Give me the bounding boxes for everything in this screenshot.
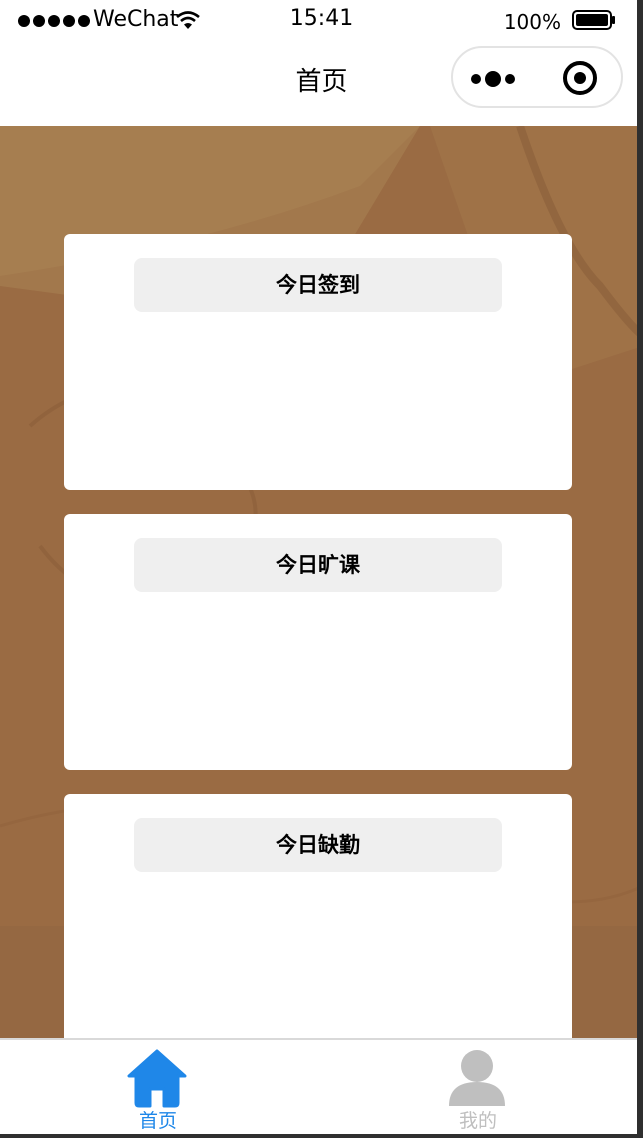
absence-card: 今日缺勤: [64, 794, 572, 1038]
close-target-icon[interactable]: [561, 59, 599, 97]
home-icon: [127, 1049, 187, 1108]
card-title-truancy[interactable]: 今日旷课: [134, 538, 502, 592]
more-icon[interactable]: [471, 68, 521, 90]
main-content: 今日签到 今日旷课 今日缺勤: [0, 126, 643, 1038]
tab-home[interactable]: 首页: [78, 1040, 238, 1134]
battery-icon: [572, 10, 615, 30]
checkin-card: 今日签到: [64, 234, 572, 490]
nav-bar: 首页: [0, 42, 643, 126]
window-frame-right: [637, 0, 643, 1138]
battery-percent: 100%: [503, 10, 561, 34]
tab-home-label: 首页: [138, 1110, 177, 1132]
tab-bar: 首页 我的: [0, 1038, 637, 1134]
tab-mine[interactable]: 我的: [398, 1040, 558, 1134]
truancy-card: 今日旷课: [64, 514, 572, 770]
status-bar: WeChat 15:41 100%: [0, 0, 643, 42]
tab-mine-label: 我的: [458, 1110, 497, 1132]
card-title-checkin[interactable]: 今日签到: [134, 258, 502, 312]
window-frame-bottom: [0, 1134, 643, 1138]
card-title-absence[interactable]: 今日缺勤: [134, 818, 502, 872]
user-icon: [449, 1050, 505, 1106]
mini-program-capsule: [451, 46, 623, 108]
